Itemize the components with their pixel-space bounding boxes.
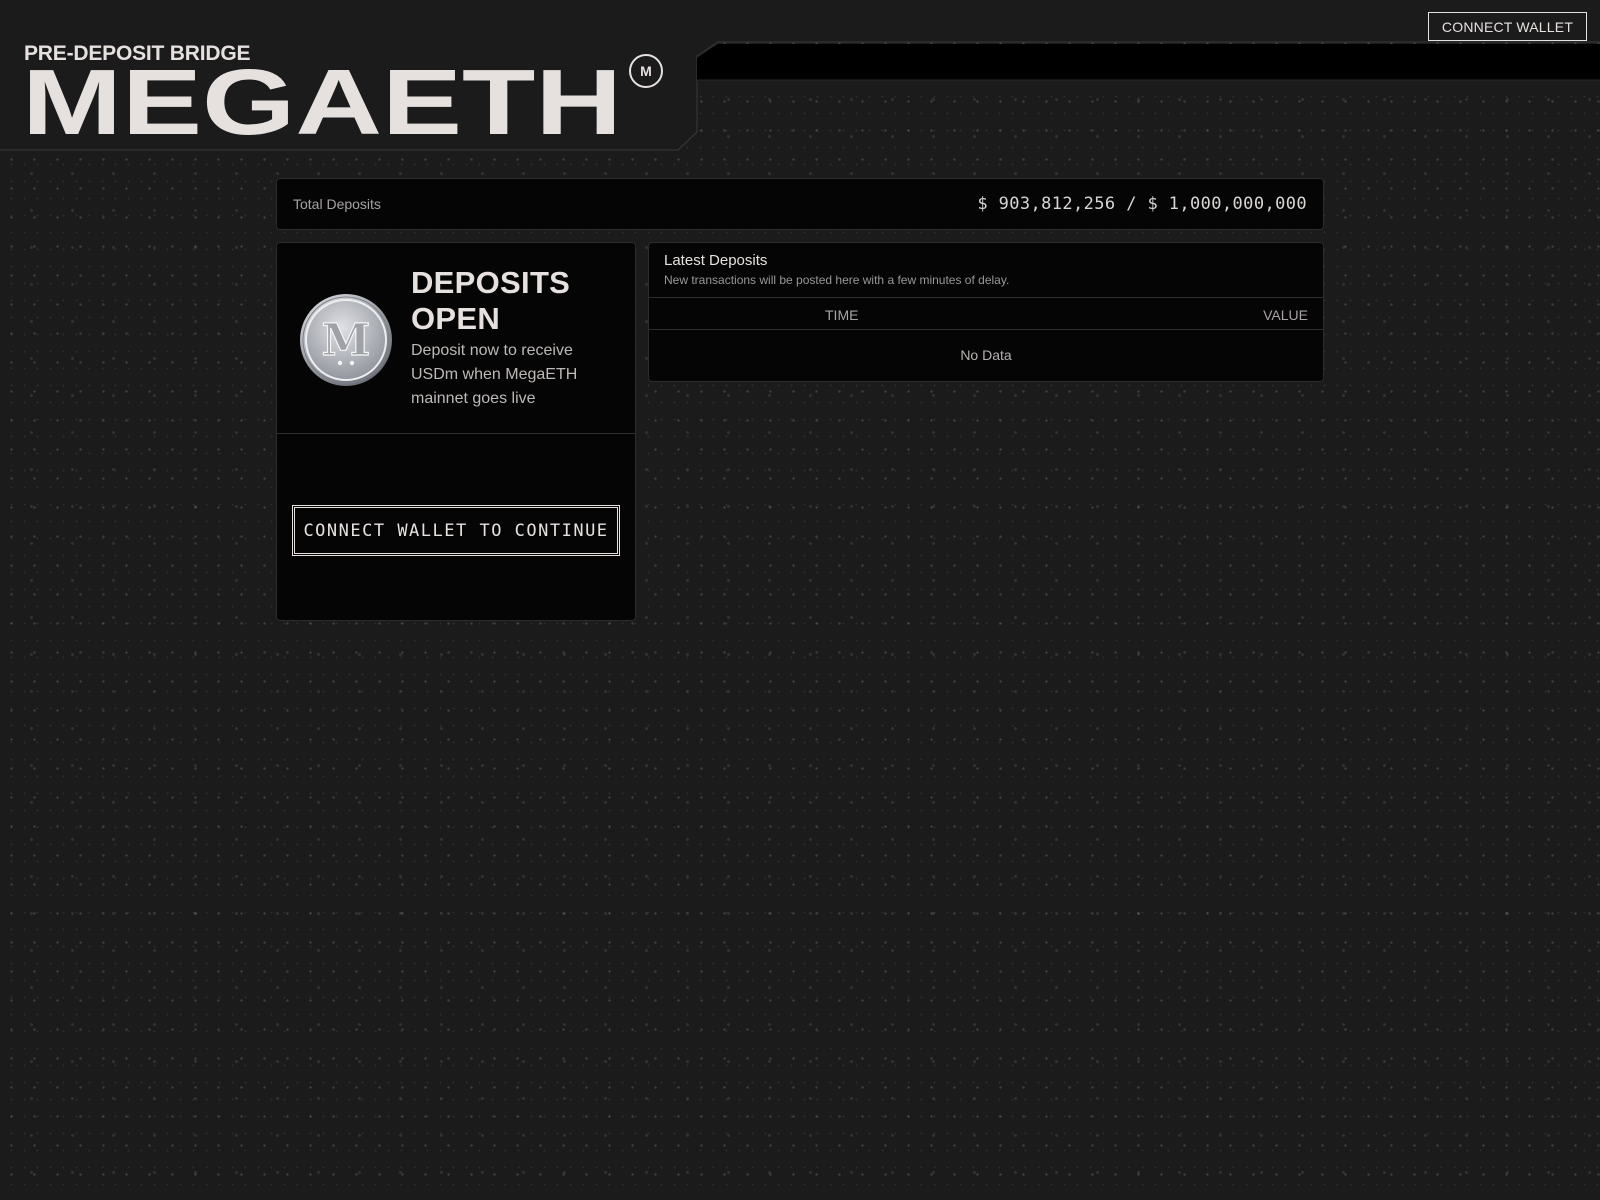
megaeth-logo: MEGAETH bbox=[22, 68, 622, 136]
svg-text:M: M bbox=[322, 315, 371, 366]
svg-text:MEGAETH: MEGAETH bbox=[22, 68, 622, 136]
megaeth-badge-icon: M bbox=[629, 54, 663, 88]
usdm-coin-icon: M bbox=[300, 294, 392, 386]
column-header-time: TIME bbox=[825, 307, 859, 323]
deposits-description: Deposit now to receive USDm when MegaETH… bbox=[411, 342, 578, 407]
brand-subtitle: PRE-DEPOSIT BRIDGE bbox=[24, 42, 251, 65]
connect-wallet-to-continue-button[interactable]: CONNECT WALLET TO CONTINUE bbox=[292, 505, 620, 556]
latest-deposits-subtitle: New transactions will be posted here wit… bbox=[664, 273, 1010, 287]
deposits-table-header: TIME VALUE bbox=[649, 297, 1323, 330]
deposits-open-title: DEPOSITS OPEN bbox=[411, 265, 571, 336]
latest-deposits-title: Latest Deposits bbox=[664, 252, 768, 269]
card-divider bbox=[277, 433, 635, 434]
connect-wallet-button[interactable]: CONNECT WALLET bbox=[1428, 12, 1587, 41]
column-header-value: VALUE bbox=[1263, 307, 1308, 323]
empty-state: No Data bbox=[960, 347, 1012, 363]
total-deposits-bar: Total Deposits $ 903,812,256 / $ 1,000,0… bbox=[276, 178, 1324, 230]
latest-deposits-card: Latest Deposits New transactions will be… bbox=[648, 242, 1324, 382]
total-deposits-value: $ 903,812,256 / $ 1,000,000,000 bbox=[977, 194, 1307, 214]
deposit-card: M DEPOSITS OPEN Deposit now to receive U… bbox=[276, 242, 636, 621]
total-deposits-label: Total Deposits bbox=[293, 196, 381, 212]
